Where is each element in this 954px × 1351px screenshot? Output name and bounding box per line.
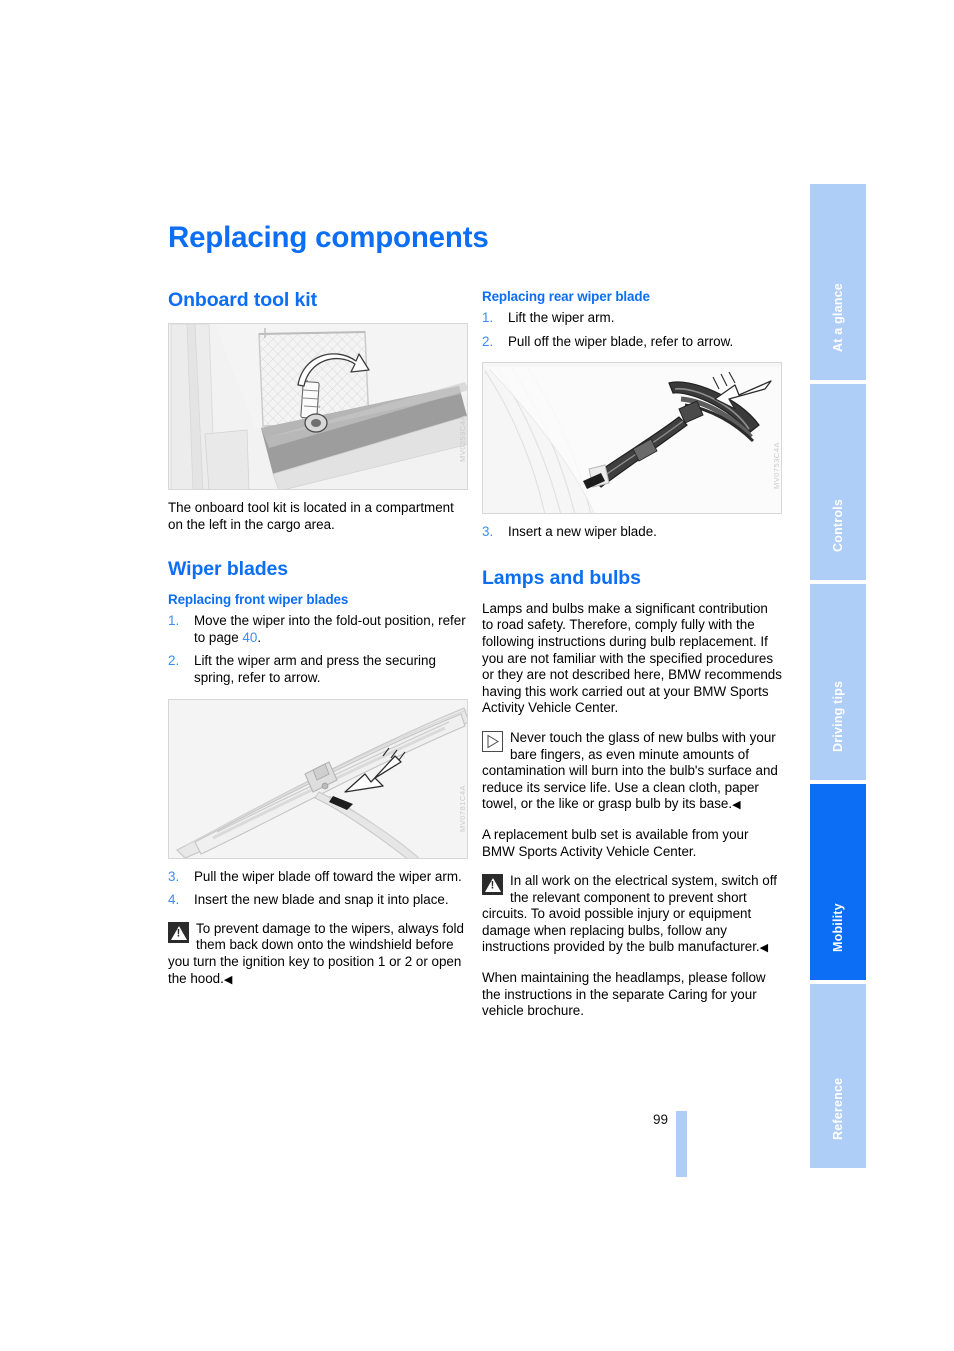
warning-electrical-system: ! In all work on the electrical system, … (482, 873, 782, 957)
paragraph-lamps-intro: Lamps and bulbs make a significant contr… (482, 600, 782, 716)
steps-rear-wiper-before: 1. Lift the wiper arm. 2. Pull off the wip… (482, 310, 782, 350)
figure-rear-wiper-wrap: MV0753C4A (482, 362, 782, 515)
tab-label: Mobility (831, 903, 845, 952)
figure-code-onboard-tool-kit: MV0259C4A (458, 415, 467, 463)
step-text: Move the wiper into the fold-out positio… (194, 613, 466, 645)
figure-rear-wiper-blade (482, 362, 782, 515)
tab-label: Driving tips (831, 680, 845, 752)
tab-label: Controls (831, 499, 845, 552)
step-text: Pull the wiper blade off toward the wipe… (194, 868, 462, 884)
end-of-notice-marker: ◀ (759, 942, 769, 955)
page-title: Replacing components (168, 221, 489, 254)
end-of-notice-marker: ◀ (223, 973, 233, 986)
paragraph-tool-kit-location: The onboard tool kit is located in a com… (168, 500, 454, 532)
sidebar-item-mobility[interactable]: Mobility (810, 784, 866, 980)
page-number-bar (676, 1111, 687, 1177)
end-of-notice-marker: ◀ (732, 799, 741, 812)
warning-text: To prevent damage to the wipers, always … (168, 920, 464, 986)
warning-triangle-icon: ! (168, 921, 189, 943)
figure-onboard-tool-kit-wrap: MV0259C4A (168, 323, 468, 490)
rear-wiper-illustration (483, 363, 781, 514)
paragraph-replacement-bulb-set: A replacement bulb set is available from… (482, 826, 749, 859)
figure-front-wiper-wrap: MV0781C4A (168, 698, 468, 859)
chapter-tab-strip: At a glance Controls Driving tips Mobili… (810, 184, 866, 1168)
paragraph-headlamp-maintenance: When maintaining the headlamps, please f… (482, 970, 766, 1019)
onboard-tool-kit-illustration (169, 324, 467, 489)
list-item: 2. Pull off the wiper blade, refer to arr… (482, 334, 782, 351)
list-item: 1. Move the wiper into the fold-out posit… (168, 613, 468, 646)
sidebar-item-controls[interactable]: Controls (810, 384, 866, 580)
step-number: 2. (168, 653, 180, 669)
note-never-touch-bulb-glass: Never touch the glass of new bulbs with … (482, 730, 782, 814)
manual-page: Replacing components Onboard tool kit MV… (0, 0, 954, 1351)
figure-onboard-tool-kit (168, 323, 468, 490)
warning-text: In all work on the electrical system, sw… (482, 873, 777, 955)
figure-front-wiper-blade (168, 698, 468, 859)
step-text: Insert a new wiper blade. (508, 524, 657, 540)
sidebar-item-reference[interactable]: Reference (810, 984, 866, 1168)
warning-triangle-icon: ! (482, 874, 503, 896)
step-number: 3. (168, 868, 180, 884)
steps-rear-wiper-after: 3. Insert a new wiper blade. (482, 524, 782, 541)
heading-lamps-and-bulbs: Lamps and bulbs (482, 566, 641, 589)
tab-label: Reference (831, 1077, 845, 1140)
figure-code-front-wiper: MV0781C4A (458, 784, 467, 832)
play-triangle-glyph (487, 734, 499, 749)
step-number: 3. (482, 524, 494, 540)
tab-label: At a glance (831, 283, 845, 352)
subheading-replacing-rear-wiper-blade: Replacing rear wiper blade (482, 289, 650, 304)
steps-front-wiper-after: 3. Pull the wiper blade off toward the wi… (168, 869, 468, 909)
step-number: 1. (168, 613, 180, 629)
left-column: Onboard tool kit MV0259C4A The onboard t… (168, 289, 468, 1001)
right-column: Replacing rear wiper blade 1. Lift the wi… (482, 289, 782, 1033)
sidebar-item-at-a-glance[interactable]: At a glance (810, 184, 866, 380)
list-item: 3. Insert a new wiper blade. (482, 524, 782, 541)
step-text: Lift the wiper arm. (508, 310, 615, 325)
page-number: 99 (652, 1112, 668, 1127)
step-number: 1. (482, 310, 494, 325)
figure-code-rear-wiper: MV0753C4A (772, 442, 781, 490)
subheading-replacing-front-wiper-blades: Replacing front wiper blades (168, 592, 349, 608)
list-item: 2. Lift the wiper arm and press the secur… (168, 653, 468, 686)
sidebar-item-driving-tips[interactable]: Driving tips (810, 584, 866, 780)
step-text: Insert the new blade and snap it into pl… (194, 892, 449, 908)
heading-onboard-tool-kit: Onboard tool kit (168, 289, 317, 311)
list-item: 3. Pull the wiper blade off toward the wi… (168, 869, 468, 886)
step-number: 4. (168, 892, 180, 908)
steps-front-wiper-before: 1. Move the wiper into the fold-out posit… (168, 613, 468, 686)
list-item: 1. Lift the wiper arm. (482, 310, 782, 327)
note-triangle-icon (482, 730, 503, 752)
page-reference-link[interactable]: 40 (242, 630, 257, 645)
list-item: 4. Insert the new blade and snap it into … (168, 892, 468, 909)
step-text: Pull off the wiper blade, refer to arrow… (508, 333, 734, 349)
step-text: Lift the wiper arm and press the securin… (194, 653, 436, 685)
front-wiper-illustration (169, 699, 467, 858)
step-text-tail: . (257, 629, 262, 645)
step-number: 2. (482, 333, 494, 349)
warning-wipers-fold-back: ! To prevent damage to the wipers, alway… (168, 921, 468, 988)
heading-wiper-blades: Wiper blades (168, 558, 288, 581)
